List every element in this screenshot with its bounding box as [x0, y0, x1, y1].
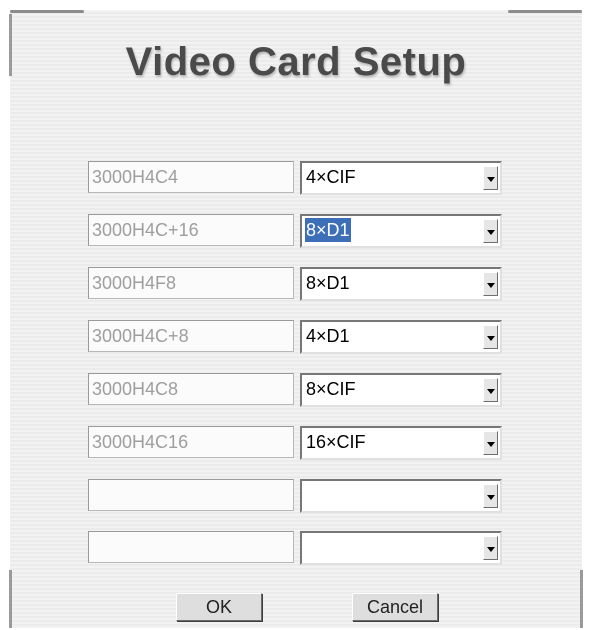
card-model-field[interactable]: 3000H4C+8	[88, 320, 294, 352]
card-mode-value: 8×D1	[306, 273, 350, 293]
dropdown-button[interactable]	[483, 325, 498, 349]
card-mode-select[interactable]: 4×D1	[300, 320, 502, 354]
card-model-field[interactable]: 3000H4F8	[88, 267, 294, 299]
dropdown-button[interactable]	[483, 219, 498, 243]
chevron-down-icon	[487, 336, 495, 341]
cancel-button[interactable]: Cancel	[352, 593, 438, 621]
card-model-field[interactable]	[88, 531, 294, 563]
dropdown-button[interactable]	[483, 431, 498, 455]
card-mode-value	[305, 535, 307, 559]
card-mode-value	[305, 483, 307, 507]
card-mode-select[interactable]: 4×CIF	[300, 161, 502, 195]
card-mode-select[interactable]: 8×D1	[300, 214, 502, 248]
chevron-down-icon	[487, 547, 495, 552]
chevron-down-icon	[487, 177, 495, 182]
card-mode-value: 8×CIF	[306, 379, 356, 399]
chevron-down-icon	[487, 442, 495, 447]
dialog-title: Video Card Setup	[125, 40, 467, 84]
dropdown-button[interactable]	[483, 166, 498, 190]
dropdown-button[interactable]	[483, 272, 498, 296]
card-mode-select[interactable]: 8×CIF	[300, 373, 502, 407]
ok-button[interactable]: OK	[176, 593, 262, 621]
frame-edge-right-bottom	[580, 570, 583, 628]
card-mode-select[interactable]: 16×CIF	[300, 426, 502, 460]
card-mode-select[interactable]: 8×D1	[300, 267, 502, 301]
card-mode-select[interactable]	[300, 479, 502, 513]
card-model-field[interactable]: 3000H4C16	[88, 426, 294, 458]
frame-corner-top-right	[508, 10, 582, 13]
dropdown-button[interactable]	[483, 378, 498, 402]
chevron-down-icon	[487, 495, 495, 500]
frame-corner-top-left	[10, 10, 84, 13]
card-model-field[interactable]: 3000H4C+16	[88, 214, 294, 246]
frame-edge-left-bottom	[9, 570, 12, 628]
chevron-down-icon	[487, 389, 495, 394]
card-mode-value: 16×CIF	[306, 432, 366, 452]
chevron-down-icon	[487, 283, 495, 288]
dropdown-button[interactable]	[483, 536, 498, 560]
dropdown-button[interactable]	[483, 484, 498, 508]
card-mode-select[interactable]	[300, 531, 502, 565]
chevron-down-icon	[487, 230, 495, 235]
card-model-field[interactable]: 3000H4C4	[88, 161, 294, 193]
card-mode-value: 4×D1	[306, 326, 350, 346]
card-mode-value: 8×D1	[305, 218, 351, 242]
card-model-field[interactable]: 3000H4C8	[88, 373, 294, 405]
card-mode-value: 4×CIF	[306, 167, 356, 187]
card-model-field[interactable]	[88, 479, 294, 511]
